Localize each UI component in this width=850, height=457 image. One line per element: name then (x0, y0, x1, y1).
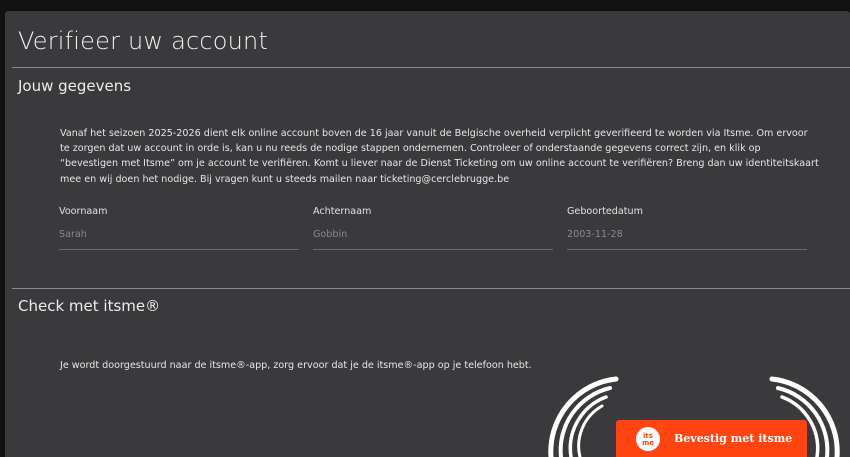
highlight-rings-decoration (548, 376, 840, 457)
itsme-logo-bottom: me (641, 439, 655, 447)
left-highlight-rings (548, 376, 619, 457)
confirm-with-itsme-label: Bevestig met itsme (674, 432, 793, 445)
confirm-with-itsme-button[interactable]: its me Bevestig met itsme (616, 420, 807, 457)
browser-viewport: Verifieer uw account Jouw gegevens Vanaf… (0, 0, 850, 457)
itsme-logo-icon: its me (636, 427, 660, 451)
